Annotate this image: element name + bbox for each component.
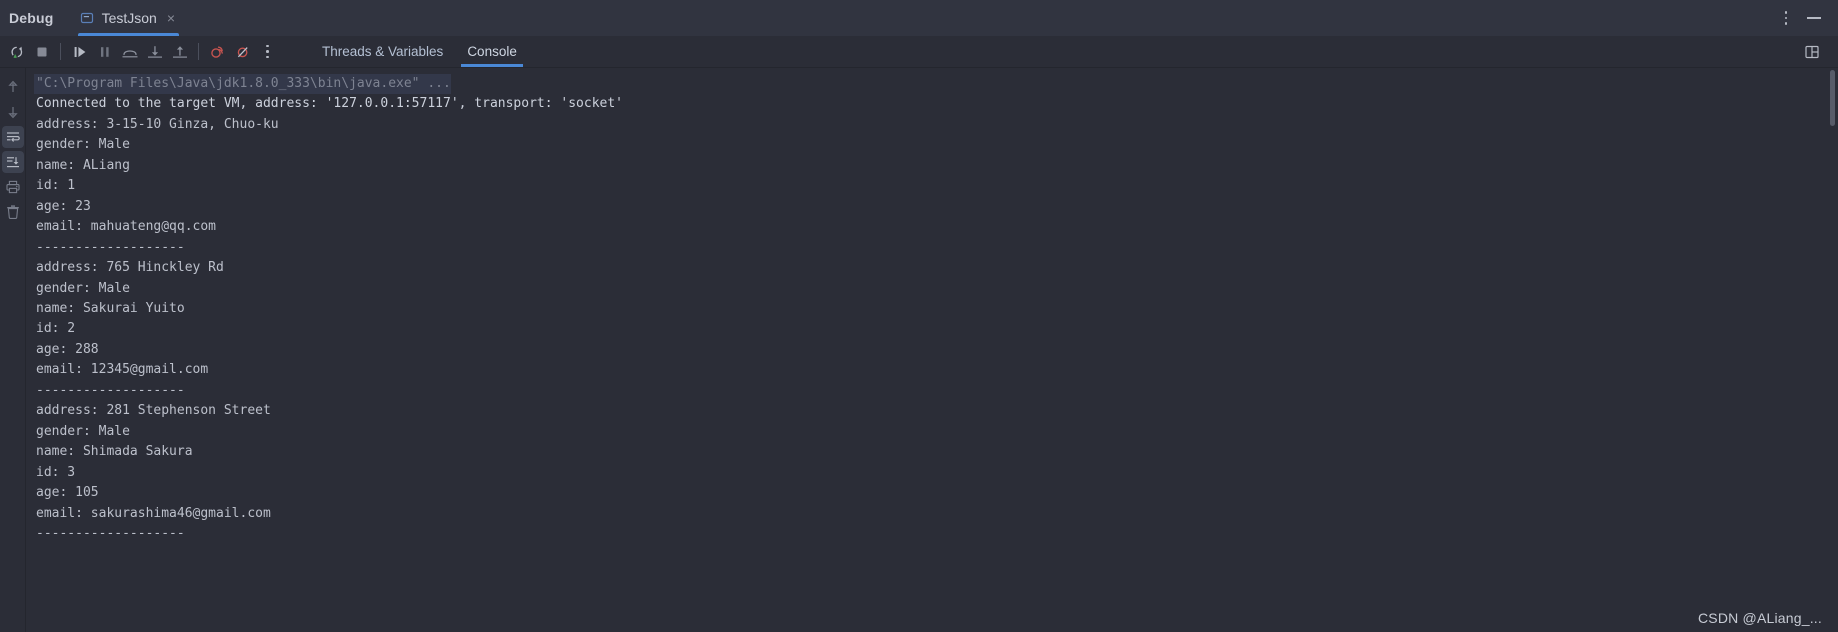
console-line: age: 288 bbox=[36, 341, 99, 357]
tab-threads-and-variables[interactable]: Threads & Variables bbox=[310, 36, 455, 67]
console-command-line: "C:\Program Files\Java\jdk1.8.0_333\bin\… bbox=[34, 74, 451, 95]
console-line: address: 3-15-10 Ginza, Chuo-ku bbox=[36, 116, 279, 132]
console-line: gender: Male bbox=[36, 137, 130, 153]
close-icon[interactable]: × bbox=[165, 11, 175, 25]
console-line: id: 3 bbox=[36, 464, 76, 480]
more-options-icon[interactable] bbox=[1779, 10, 1793, 26]
run-configuration-icon bbox=[80, 11, 94, 25]
session-tab-label: TestJson bbox=[101, 10, 157, 26]
console-line: address: 281 Stephenson Street bbox=[36, 403, 271, 419]
debug-actions-group bbox=[0, 39, 280, 65]
console-gutter-toolbar bbox=[0, 68, 26, 632]
step-over-button[interactable] bbox=[117, 39, 142, 65]
console-line: age: 105 bbox=[36, 485, 99, 501]
scroll-down-button[interactable] bbox=[2, 101, 24, 123]
console-line: age: 23 bbox=[36, 198, 91, 214]
console-line: id: 2 bbox=[36, 321, 76, 337]
console-body: "C:\Program Files\Java\jdk1.8.0_333\bin\… bbox=[0, 68, 1838, 632]
tab-console[interactable]: Console bbox=[455, 36, 529, 67]
layout-settings-button[interactable] bbox=[1799, 39, 1824, 65]
window-controls bbox=[1779, 0, 1838, 36]
print-button[interactable] bbox=[2, 176, 24, 198]
debug-window-header: Debug TestJson × bbox=[0, 0, 1838, 36]
console-line: name: Sakurai Yuito bbox=[36, 300, 185, 316]
scroll-up-button[interactable] bbox=[2, 76, 24, 98]
minimize-icon[interactable] bbox=[1807, 17, 1821, 19]
step-out-button[interactable] bbox=[167, 39, 192, 65]
more-options-button[interactable] bbox=[255, 39, 280, 65]
pause-program-button[interactable] bbox=[92, 39, 117, 65]
console-line: address: 765 Hinckley Rd bbox=[36, 260, 224, 276]
console-line: gender: Male bbox=[36, 280, 130, 296]
more-options-icon bbox=[261, 44, 275, 60]
watermark: CSDN @ALiang_... bbox=[1697, 610, 1822, 626]
debug-toolbar: Threads & Variables Console bbox=[0, 36, 1838, 68]
rerun-button[interactable] bbox=[4, 39, 29, 65]
clear-all-button[interactable] bbox=[2, 201, 24, 223]
console-line: email: sakurashima46@gmail.com bbox=[36, 505, 271, 521]
tab-console-label: Console bbox=[467, 44, 517, 59]
toolbar-separator-2 bbox=[198, 43, 199, 60]
resume-program-button[interactable] bbox=[67, 39, 92, 65]
mute-breakpoints-button[interactable] bbox=[230, 39, 255, 65]
console-line: gender: Male bbox=[36, 423, 130, 439]
debug-tool-window: Debug TestJson × Threads & Variables Con… bbox=[0, 0, 1838, 632]
session-tab-testjson[interactable]: TestJson × bbox=[70, 0, 187, 36]
soft-wrap-button[interactable] bbox=[1, 126, 24, 148]
console-line: id: 1 bbox=[36, 178, 76, 194]
stop-button[interactable] bbox=[29, 39, 54, 65]
console-connected-line: Connected to the target VM, address: '12… bbox=[36, 96, 623, 112]
toolbar-right-group bbox=[1799, 39, 1838, 65]
active-view-tab-indicator bbox=[461, 64, 523, 67]
console-line: ------------------- bbox=[36, 239, 185, 255]
scroll-to-end-button[interactable] bbox=[1, 151, 24, 173]
debug-view-tabs: Threads & Variables Console bbox=[310, 36, 529, 67]
console-scrollbar[interactable] bbox=[1828, 68, 1837, 632]
view-breakpoints-button[interactable] bbox=[205, 39, 230, 65]
tab-threads-and-variables-label: Threads & Variables bbox=[322, 44, 444, 59]
console-lines-container: address: 3-15-10 Ginza, Chuo-ku gender: M… bbox=[34, 115, 1838, 545]
console-line: ------------------- bbox=[36, 382, 185, 398]
console-output[interactable]: "C:\Program Files\Java\jdk1.8.0_333\bin\… bbox=[26, 68, 1838, 632]
scrollbar-thumb[interactable] bbox=[1830, 70, 1835, 126]
toolbar-separator bbox=[60, 43, 61, 60]
console-line: email: 12345@gmail.com bbox=[36, 362, 209, 378]
page-title: Debug bbox=[9, 10, 54, 26]
console-line: name: Shimada Sakura bbox=[36, 444, 193, 460]
console-line: ------------------- bbox=[36, 525, 185, 541]
console-line: email: mahuateng@qq.com bbox=[36, 219, 217, 235]
console-line: name: ALiang bbox=[36, 157, 130, 173]
step-into-button[interactable] bbox=[142, 39, 167, 65]
